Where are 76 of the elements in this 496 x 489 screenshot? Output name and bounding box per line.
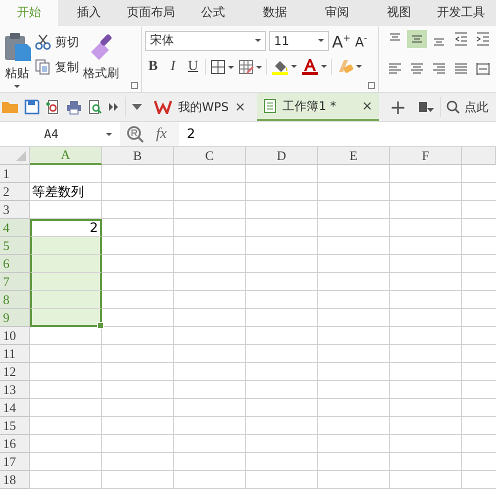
caret-icon[interactable] xyxy=(14,84,20,88)
table-cell[interactable]: 2 xyxy=(30,219,102,237)
copy-icon xyxy=(35,59,51,76)
cell-style-icon[interactable] xyxy=(238,59,262,76)
caret-icon xyxy=(255,39,261,42)
column-header[interactable]: C xyxy=(174,147,246,165)
column-header[interactable]: B xyxy=(102,147,174,165)
menu-tab[interactable]: 开发工具 xyxy=(430,0,492,26)
table-cell[interactable] xyxy=(30,255,102,273)
column-header[interactable]: E xyxy=(318,147,390,165)
align-middle-icon[interactable] xyxy=(407,30,427,48)
decrease-font-button[interactable]: A$^{-}$ xyxy=(355,30,375,52)
menu-tab[interactable]: 页面布局 xyxy=(120,0,182,26)
underline-button[interactable]: U xyxy=(185,59,201,76)
row-header[interactable]: 10 xyxy=(0,327,30,345)
row-header[interactable]: 18 xyxy=(0,471,30,489)
table-cell[interactable] xyxy=(30,273,102,291)
caret-icon xyxy=(106,132,112,136)
cut-button[interactable]: 剪切 xyxy=(35,34,79,51)
fill-handle[interactable] xyxy=(97,322,104,329)
column-header[interactable]: F xyxy=(390,147,462,165)
zoom-icon[interactable] xyxy=(126,125,144,143)
italic-button[interactable]: I xyxy=(165,59,181,76)
row-header[interactable]: 1 xyxy=(0,165,30,183)
dialog-launcher-icon[interactable] xyxy=(368,82,375,90)
bold-button[interactable]: B xyxy=(145,59,161,76)
save-icon[interactable] xyxy=(24,99,40,116)
formula-input[interactable]: 2 xyxy=(178,122,496,146)
menu-tab[interactable]: 公式 xyxy=(182,0,244,26)
menu-tab[interactable]: 视图 xyxy=(368,0,430,26)
copy-button[interactable]: 复制 xyxy=(35,58,79,76)
menu-tab[interactable]: 插入 xyxy=(58,0,120,26)
menu-tab[interactable]: 数据 xyxy=(244,0,306,26)
document-tab[interactable]: 我的WPS × xyxy=(148,93,252,121)
paste-button[interactable]: 粘贴 xyxy=(5,64,29,82)
font-size-dropdown[interactable]: 11 xyxy=(269,30,329,51)
new-tab-button[interactable]: + xyxy=(384,97,412,118)
borders-icon[interactable] xyxy=(210,59,234,76)
name-box[interactable]: A4 xyxy=(0,122,120,146)
dialog-launcher-icon[interactable] xyxy=(131,82,138,90)
close-tab-button[interactable]: × xyxy=(234,100,246,115)
row-header[interactable]: 12 xyxy=(0,363,30,381)
column-header[interactable]: A xyxy=(30,147,102,165)
document-tab[interactable]: 工作簿1 * × xyxy=(256,93,379,121)
row-header[interactable]: 11 xyxy=(0,345,30,363)
function-button[interactable]: fx xyxy=(150,126,173,142)
caret-icon xyxy=(318,39,324,42)
row-header[interactable]: 16 xyxy=(0,435,30,453)
print-preview-icon[interactable] xyxy=(87,99,103,116)
row-header[interactable]: 3 xyxy=(0,201,30,219)
menu-tab[interactable]: 审阅 xyxy=(306,0,368,26)
font-name-dropdown[interactable]: 宋体 xyxy=(145,30,266,51)
printer-icon[interactable] xyxy=(66,99,82,116)
search-field[interactable]: 点此 xyxy=(446,98,488,116)
scissors-icon xyxy=(35,34,51,50)
row-header[interactable]: 2 xyxy=(0,183,30,201)
clipboard-icon[interactable] xyxy=(3,32,31,62)
w-logo-icon xyxy=(154,100,172,114)
row-header[interactable]: 17 xyxy=(0,453,30,471)
close-tab-button[interactable]: × xyxy=(362,98,373,114)
fill-color-icon[interactable] xyxy=(271,58,297,76)
row-header[interactable]: 15 xyxy=(0,417,30,435)
font-color-icon[interactable] xyxy=(301,58,327,76)
search-icon xyxy=(446,100,460,114)
row-header[interactable]: 14 xyxy=(0,399,30,417)
increase-font-button[interactable]: A$^{+}$ xyxy=(332,30,352,52)
table-cell[interactable] xyxy=(30,291,102,309)
table-cell[interactable] xyxy=(30,309,102,327)
table-cell[interactable] xyxy=(30,237,102,255)
spreadsheet-icon xyxy=(262,98,277,114)
dropdown-arrow-icon[interactable] xyxy=(131,103,143,112)
column-header[interactable]: D xyxy=(246,147,318,165)
row-header[interactable]: 13 xyxy=(0,381,30,399)
format-painter-button[interactable]: 格式刷 xyxy=(83,64,119,82)
double-chevron-icon[interactable] xyxy=(108,102,120,112)
toolbar-menu-icon[interactable] xyxy=(417,100,436,114)
